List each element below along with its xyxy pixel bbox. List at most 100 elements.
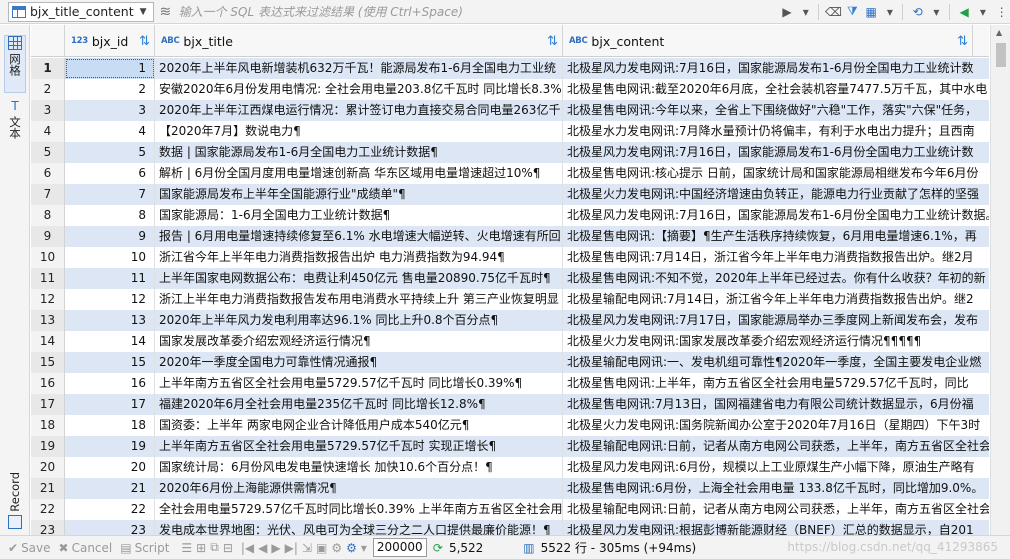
row-number-cell[interactable]: 18 — [31, 415, 65, 436]
content-cell[interactable]: 北极星火力发电网讯:国家发展改革委介绍宏观经济运行情况¶¶¶¶¶ — [563, 331, 989, 352]
content-cell[interactable]: 北极星风力发电网讯:7月17日，国家能源局举办三季度网上新闻发布会，发布 — [563, 310, 989, 331]
add-row-icon[interactable]: ⊞ — [196, 541, 206, 555]
content-cell[interactable]: 北极星售电网讯:6月份，上海全社会用电量 133.8亿千瓦时，同比增加9.0%。 — [563, 478, 989, 499]
row-number-cell[interactable]: 4 — [31, 121, 65, 142]
title-cell[interactable]: 2020年上半年风力发电利用率达96.1% 同比上升0.8个百分点¶ — [155, 310, 563, 331]
clear-filter-icon[interactable]: ⌫ — [825, 3, 842, 21]
title-cell[interactable]: 浙江省今年上半年电力消费指数报告出炉 电力消费指数为94.94¶ — [155, 247, 563, 268]
save-button[interactable]: ✔ Save — [8, 541, 51, 555]
id-cell[interactable]: 3 — [65, 100, 155, 121]
content-cell[interactable]: 北极星输配电网讯:日前，记者从南方电网公司获悉，上半年，南方五省区全社会 — [563, 499, 989, 520]
last-page-icon[interactable]: ▶| — [285, 541, 298, 555]
id-cell[interactable]: 17 — [65, 394, 155, 415]
column-header-bjx-title[interactable]: ABC bjx_title ⇅ — [155, 25, 563, 57]
navigate-back-icon[interactable]: ◀ — [956, 3, 973, 21]
filter-input[interactable]: 输入一个 SQL 表达式来过滤结果 (使用 Ctrl+Space) — [177, 2, 777, 22]
title-cell[interactable]: 2020年上半年风电新增装机632万千瓦！能源局发布1-6月全国电力工业统 — [155, 58, 563, 79]
row-number-cell[interactable]: 3 — [31, 100, 65, 121]
title-cell[interactable]: 国家统计局：6月份风电发电量快速增长 加快10.6个百分点！¶ — [155, 457, 563, 478]
select-all-icon[interactable]: ▣ — [316, 541, 327, 555]
table-name-selector[interactable]: bjx_title_content ▼ — [8, 1, 154, 22]
id-cell[interactable]: 4 — [65, 121, 155, 142]
column-header-bjx-id[interactable]: 123 bjx_id ⇅ — [65, 25, 155, 57]
delete-row-icon[interactable]: ⊟ — [223, 541, 233, 555]
record-view-tab[interactable]: Record — [4, 465, 26, 529]
content-cell[interactable]: 北极星风力发电网讯:7月16日，国家能源局发布1-6月份全国电力工业统计数 — [563, 142, 989, 163]
table-row[interactable]: 6 6 解析 | 6月份全国月度用电量增速创新高 华东区域用电量增速超过10%¶ 北极… — [31, 163, 989, 184]
id-cell[interactable]: 9 — [65, 226, 155, 247]
first-page-icon[interactable]: |◀ — [241, 541, 254, 555]
title-cell[interactable]: 国家能源局：1-6月全国电力工业统计数据¶ — [155, 205, 563, 226]
row-number-cell[interactable]: 10 — [31, 247, 65, 268]
sort-filter-icon[interactable]: ⇅ — [957, 34, 968, 49]
table-row[interactable]: 3 3 2020年上半年江西煤电运行情况：累计签订电力直接交易合同电量263亿千 北极… — [31, 100, 989, 121]
row-number-cell[interactable]: 13 — [31, 310, 65, 331]
row-number-cell[interactable]: 23 — [31, 520, 65, 535]
table-row[interactable]: 18 18 国资委：上半年 两家电网企业合计降低用户成本540亿元¶ 北极星火力发电网… — [31, 415, 989, 436]
content-cell[interactable]: 北极星售电网讯:截至2020年6月底，全社会装机容量7477.5万千瓦，其中水电 — [563, 79, 989, 100]
id-cell[interactable]: 21 — [65, 478, 155, 499]
content-cell[interactable]: 北极星售电网讯:【摘要】¶生产生活秩序持续恢复，6月用电量增速6.1%，再 — [563, 226, 989, 247]
fetch-settings-icon[interactable]: ⚙ — [346, 541, 357, 555]
title-cell[interactable]: 【2020年7月】数说电力¶ — [155, 121, 563, 142]
id-cell[interactable]: 5 — [65, 142, 155, 163]
table-row[interactable]: 4 4 【2020年7月】数说电力¶ 北极星水力发电网讯:7月降水量预计仍将偏丰，有利… — [31, 121, 989, 142]
content-cell[interactable]: 北极星售电网讯:7月14日，浙江省今年上半年电力消费指数报告出炉。继2月 — [563, 247, 989, 268]
row-number-cell[interactable]: 21 — [31, 478, 65, 499]
refresh-mode-icon[interactable]: ⟲ — [909, 3, 926, 21]
table-row[interactable]: 5 5 数据 | 国家能源局发布1-6月全国电力工业统计数据¶ 北极星风力发电网讯:7… — [31, 142, 989, 163]
id-cell[interactable]: 18 — [65, 415, 155, 436]
column-settings-dropdown-icon[interactable]: ▾ — [882, 3, 899, 21]
title-cell[interactable]: 解析 | 6月份全国月度用电量增速创新高 华东区域用电量增速超过10%¶ — [155, 163, 563, 184]
content-cell[interactable]: 北极星水力发电网讯:7月降水量预计仍将偏丰，有利于水电出力提升；且西南 — [563, 121, 989, 142]
table-row[interactable]: 12 12 浙江上半年电力消费指数报告发布用电消费水平持续上升 第三产业恢复明显 北极… — [31, 289, 989, 310]
table-row[interactable]: 22 22 全社会用电量5729.57亿千瓦时同比增长0.39% 上半年南方五省区全… — [31, 499, 989, 520]
id-cell[interactable]: 14 — [65, 331, 155, 352]
title-cell[interactable]: 上半年国家电网数据公布：电费让利450亿元 售电量20890.75亿千瓦时¶ — [155, 268, 563, 289]
title-cell[interactable]: 国家能源局发布上半年全国能源行业"成绩单"¶ — [155, 184, 563, 205]
id-cell[interactable]: 6 — [65, 163, 155, 184]
content-cell[interactable]: 北极星火力发电网讯:中国经济增速由负转正，能源电力行业贡献了怎样的坚强 — [563, 184, 989, 205]
title-cell[interactable]: 数据 | 国家能源局发布1-6月全国电力工业统计数据¶ — [155, 142, 563, 163]
id-cell[interactable]: 8 — [65, 205, 155, 226]
fetch-size-input[interactable]: 200000 — [372, 538, 427, 557]
title-cell[interactable]: 浙江上半年电力消费指数报告发布用电消费水平持续上升 第三产业恢复明显 — [155, 289, 563, 310]
content-cell[interactable]: 北极星输配电网讯:7月14日，浙江省今年上半年电力消费指数报告出炉。继2 — [563, 289, 989, 310]
title-cell[interactable]: 国家发展改革委介绍宏观经济运行情况¶ — [155, 331, 563, 352]
row-number-cell[interactable]: 5 — [31, 142, 65, 163]
row-number-cell[interactable]: 14 — [31, 331, 65, 352]
sort-filter-icon[interactable]: ⇅ — [547, 34, 558, 49]
row-number-header[interactable] — [31, 25, 65, 57]
id-cell[interactable]: 12 — [65, 289, 155, 310]
table-row[interactable]: 23 23 发电成本世界地图：光伏、风电可为全球三分之二人口提供最廉价能源！¶ 北极星… — [31, 520, 989, 535]
id-cell[interactable]: 1 — [65, 58, 155, 79]
title-cell[interactable]: 报告 | 6月用电量增速持续修复至6.1% 水电增速大幅逆转、火电增速有所回 — [155, 226, 563, 247]
next-page-icon[interactable]: ▶ — [271, 541, 280, 555]
title-cell[interactable]: 安徽2020年6月份发用电情况: 全社会用电量203.8亿千瓦时 同比增长8.3… — [155, 79, 563, 100]
title-cell[interactable]: 国资委：上半年 两家电网企业合计降低用户成本540亿元¶ — [155, 415, 563, 436]
id-cell[interactable]: 7 — [65, 184, 155, 205]
table-row[interactable]: 9 9 报告 | 6月用电量增速持续修复至6.1% 水电增速大幅逆转、火电增速有所回… — [31, 226, 989, 247]
fetch-dropdown-icon[interactable]: ▾ — [361, 541, 367, 555]
refresh-mode-dropdown-icon[interactable]: ▾ — [928, 3, 945, 21]
results-grid[interactable]: 123 bjx_id ⇅ ABC bjx_title ⇅ ABC bjx_con… — [31, 25, 989, 535]
title-cell[interactable]: 上半年南方五省区全社会用电量5729.57亿千瓦时 同比增长0.39%¶ — [155, 373, 563, 394]
row-number-cell[interactable]: 22 — [31, 499, 65, 520]
refresh-icon[interactable]: ⟳ — [433, 541, 443, 555]
export-icon[interactable]: ⇲ — [302, 541, 312, 555]
content-cell[interactable]: 北极星火力发电网讯:国务院新闻办公室于2020年7月16日（星期四）下午3时 — [563, 415, 989, 436]
previous-page-icon[interactable]: ◀ — [258, 541, 267, 555]
vertical-scrollbar[interactable]: ▲ — [990, 25, 1010, 535]
table-row[interactable]: 16 16 上半年南方五省区全社会用电量5729.57亿千瓦时 同比增长0.39%¶… — [31, 373, 989, 394]
history-dropdown-icon[interactable]: ▾ — [797, 3, 814, 21]
column-header-bjx-content[interactable]: ABC bjx_content ⇅ — [563, 25, 973, 57]
id-cell[interactable]: 20 — [65, 457, 155, 478]
id-cell[interactable]: 19 — [65, 436, 155, 457]
table-row[interactable]: 20 20 国家统计局：6月份风电发电量快速增长 加快10.6个百分点！¶ 北极星风力… — [31, 457, 989, 478]
row-number-cell[interactable]: 16 — [31, 373, 65, 394]
id-cell[interactable]: 10 — [65, 247, 155, 268]
table-row[interactable]: 21 21 2020年6月份上海能源供需情况¶ 北极星售电网讯:6月份，上海全社会用电… — [31, 478, 989, 499]
id-cell[interactable]: 22 — [65, 499, 155, 520]
table-row[interactable]: 13 13 2020年上半年风力发电利用率达96.1% 同比上升0.8个百分点¶ 北极… — [31, 310, 989, 331]
content-cell[interactable]: 北极星风力发电网讯:根据彭博新能源财经（BNEF）汇总的数据显示，自201 — [563, 520, 989, 535]
